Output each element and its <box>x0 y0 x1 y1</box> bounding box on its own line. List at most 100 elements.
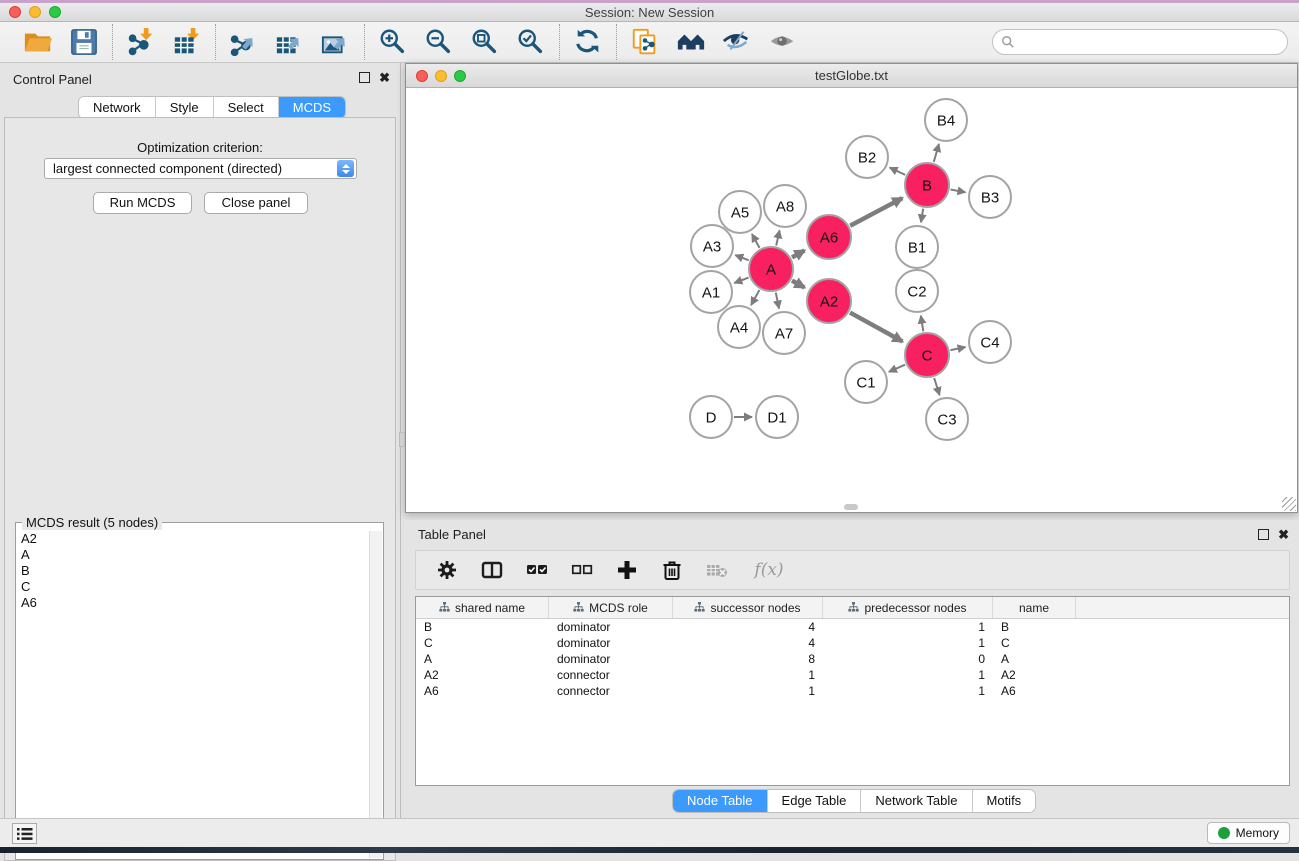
column-header-name[interactable]: name <box>993 597 1076 618</box>
zoom-window-button[interactable] <box>49 6 61 18</box>
zoom-fit-button[interactable] <box>469 26 501 58</box>
open-session-button[interactable] <box>22 26 54 58</box>
mcds-result-item[interactable]: C <box>17 579 369 595</box>
graph-node-A7[interactable]: A7 <box>763 312 805 354</box>
close-panel-icon[interactable]: ✖ <box>379 71 390 84</box>
task-history-button[interactable] <box>12 823 37 844</box>
tab-node-table[interactable]: Node Table <box>673 790 768 812</box>
graph-node-A3[interactable]: A3 <box>691 225 733 267</box>
table-row[interactable]: A6connector11A6 <box>416 683 1289 699</box>
divider-scroll-thumb[interactable] <box>399 432 405 447</box>
table-cell[interactable]: dominator <box>549 619 673 635</box>
zoom-selected-button[interactable] <box>515 26 547 58</box>
table-cell[interactable]: 1 <box>673 667 823 683</box>
search-input[interactable] <box>1015 32 1287 52</box>
table-row[interactable]: Adominator80A <box>416 651 1289 667</box>
split-view-button[interactable] <box>479 557 505 583</box>
graph-node-C2[interactable]: C2 <box>896 270 938 312</box>
graph-edge-A-A6[interactable] <box>792 251 804 258</box>
minimize-network-window-button[interactable] <box>435 70 447 82</box>
search-field[interactable] <box>992 29 1288 55</box>
tab-network-table[interactable]: Network Table <box>861 790 972 812</box>
graph-edge-A-A7[interactable] <box>776 293 779 309</box>
close-panel-button[interactable]: Close panel <box>204 192 308 214</box>
export-network-button[interactable] <box>228 26 260 58</box>
graph-edge-A-A1[interactable] <box>734 278 748 283</box>
graph-node-B2[interactable]: B2 <box>846 136 888 178</box>
graph-node-A8[interactable]: A8 <box>764 185 806 227</box>
graph-edge-B-B1[interactable] <box>921 209 923 223</box>
select-all-checkboxes-button[interactable] <box>524 557 550 583</box>
tab-edge-table[interactable]: Edge Table <box>768 790 862 812</box>
graph-edge-A2-C[interactable] <box>850 313 902 342</box>
graph-edge-A6-B[interactable] <box>850 198 902 226</box>
import-network-button[interactable] <box>125 26 157 58</box>
graph-node-D[interactable]: D <box>690 396 732 438</box>
table-cell[interactable]: 1 <box>673 683 823 699</box>
window-resize-grip[interactable] <box>1282 497 1296 511</box>
show-graphics-button[interactable] <box>767 26 799 58</box>
function-builder-button[interactable]: f(x) <box>749 557 789 583</box>
optimization-criterion-dropdown[interactable]: largest connected component (directed) <box>44 158 357 179</box>
zoom-in-button[interactable] <box>377 26 409 58</box>
table-cell[interactable]: A <box>993 651 1076 667</box>
network-canvas[interactable]: B4B2BB3A8A5A6A3B1AA1C2A2A4A7C4CC1C3DD1 <box>406 88 1297 512</box>
zoom-out-button[interactable] <box>423 26 455 58</box>
table-cell[interactable]: C <box>416 635 549 651</box>
delete-table-button[interactable] <box>704 557 730 583</box>
table-cell[interactable]: 1 <box>823 619 993 635</box>
graph-edge-B-B2[interactable] <box>890 168 906 175</box>
table-cell[interactable]: 4 <box>673 635 823 651</box>
graph-node-A[interactable]: A <box>749 247 793 291</box>
graph-node-A6[interactable]: A6 <box>807 215 851 259</box>
mcds-list-scrollbar[interactable] <box>369 531 382 858</box>
table-cell[interactable]: 0 <box>823 651 993 667</box>
tab-motifs[interactable]: Motifs <box>973 790 1036 812</box>
graph-node-C4[interactable]: C4 <box>969 321 1011 363</box>
export-table-button[interactable] <box>274 26 306 58</box>
table-cell[interactable]: 1 <box>823 635 993 651</box>
graph-node-B[interactable]: B <box>905 163 949 207</box>
graph-node-A1[interactable]: A1 <box>690 271 732 313</box>
clear-checkboxes-button[interactable] <box>569 557 595 583</box>
canvas-hscroll-thumb[interactable] <box>844 504 858 510</box>
home-view-button[interactable] <box>675 26 707 58</box>
table-cell[interactable]: C <box>993 635 1076 651</box>
mcds-result-item[interactable]: A6 <box>17 595 369 611</box>
graph-edge-C-C1[interactable] <box>889 365 905 372</box>
table-row[interactable]: A2connector11A2 <box>416 667 1289 683</box>
table-cell[interactable]: 1 <box>823 667 993 683</box>
table-row[interactable]: Cdominator41C <box>416 635 1289 651</box>
delete-row-button[interactable] <box>659 557 685 583</box>
table-cell[interactable]: A6 <box>993 683 1076 699</box>
tab-style[interactable]: Style <box>156 97 214 118</box>
add-row-button[interactable] <box>614 557 640 583</box>
hide-graphics-button[interactable] <box>721 26 753 58</box>
graph-node-A5[interactable]: A5 <box>719 191 761 233</box>
table-cell[interactable]: A2 <box>993 667 1076 683</box>
column-header-MCDS-role[interactable]: MCDS role <box>549 597 673 618</box>
graph-node-B1[interactable]: B1 <box>896 226 938 268</box>
graph-edge-A-A3[interactable] <box>735 255 748 260</box>
graph-node-A2[interactable]: A2 <box>807 279 851 323</box>
close-table-panel-icon[interactable]: ✖ <box>1278 528 1289 541</box>
tab-select[interactable]: Select <box>214 97 279 118</box>
close-network-window-button[interactable] <box>416 70 428 82</box>
table-cell[interactable]: B <box>993 619 1076 635</box>
table-cell[interactable]: dominator <box>549 635 673 651</box>
table-cell[interactable]: dominator <box>549 651 673 667</box>
table-cell[interactable]: 1 <box>823 683 993 699</box>
graph-node-D1[interactable]: D1 <box>756 396 798 438</box>
graph-edge-A-A4[interactable] <box>751 290 759 305</box>
refresh-view-button[interactable] <box>572 26 604 58</box>
graph-node-A4[interactable]: A4 <box>718 306 760 348</box>
table-cell[interactable]: 4 <box>673 619 823 635</box>
graph-edge-C-C4[interactable] <box>951 347 966 350</box>
graph-edge-C-C2[interactable] <box>921 316 923 332</box>
mcds-result-item[interactable]: B <box>17 563 369 579</box>
close-window-button[interactable] <box>9 6 21 18</box>
run-mcds-button[interactable]: Run MCDS <box>93 192 192 214</box>
settings-gear-button[interactable] <box>434 557 460 583</box>
zoom-network-window-button[interactable] <box>454 70 466 82</box>
graph-edge-B-B3[interactable] <box>951 189 966 192</box>
